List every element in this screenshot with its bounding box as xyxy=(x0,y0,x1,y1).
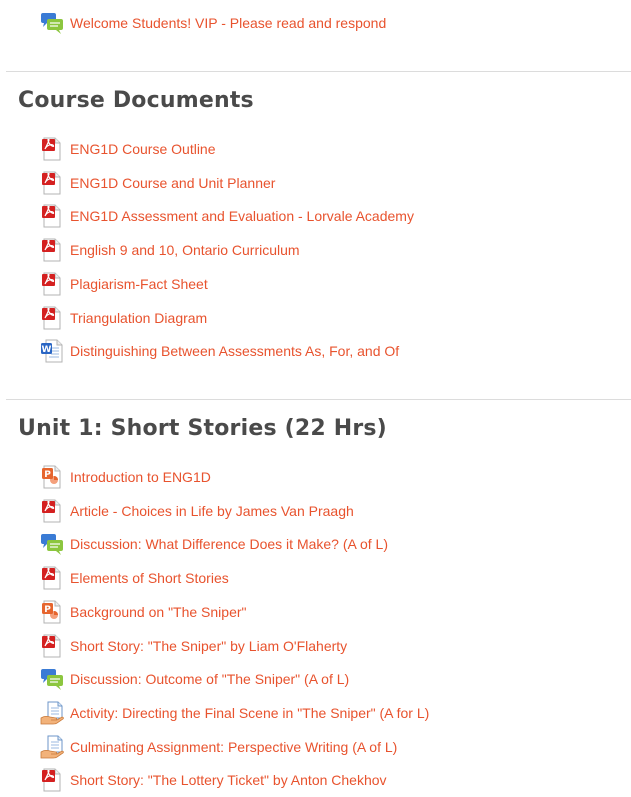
activity-item[interactable]: Discussion: What Difference Does it Make… xyxy=(40,530,388,558)
activity-link[interactable]: Background on "The Sniper" xyxy=(70,604,247,620)
pdf-icon xyxy=(40,204,64,228)
powerpoint-icon: P xyxy=(40,465,64,489)
activity-link[interactable]: Welcome Students! VIP - Please read and … xyxy=(70,15,386,31)
activity-link[interactable]: Short Story: "The Sniper" by Liam O'Flah… xyxy=(70,638,347,654)
activity-link[interactable]: English 9 and 10, Ontario Curriculum xyxy=(70,242,300,258)
section-title: Course Documents xyxy=(18,88,254,113)
pdf-icon xyxy=(40,137,64,161)
activity-item[interactable]: Article - Choices in Life by James Van P… xyxy=(40,497,354,525)
section-divider xyxy=(6,71,631,72)
activity-link[interactable]: Triangulation Diagram xyxy=(70,310,207,326)
activity-link[interactable]: Discussion: Outcome of "The Sniper" (A o… xyxy=(70,671,349,687)
powerpoint-icon: P xyxy=(40,600,64,624)
activity-item[interactable]: ENG1D Course and Unit Planner xyxy=(40,169,275,197)
pdf-icon xyxy=(40,634,64,658)
activity-item[interactable]: ENG1D Course Outline xyxy=(40,135,216,163)
pdf-icon xyxy=(40,171,64,195)
activity-item[interactable]: Welcome Students! VIP - Please read and … xyxy=(40,9,386,37)
forum-icon xyxy=(40,532,64,556)
activity-link[interactable]: ENG1D Course and Unit Planner xyxy=(70,175,275,191)
forum-icon xyxy=(40,667,64,691)
activity-link[interactable]: Culminating Assignment: Perspective Writ… xyxy=(70,739,397,755)
svg-text:P: P xyxy=(44,470,51,480)
svg-text:W: W xyxy=(42,345,52,355)
activity-item[interactable]: Triangulation Diagram xyxy=(40,304,207,332)
activity-link[interactable]: Distinguishing Between Assessments As, F… xyxy=(70,343,399,359)
pdf-icon xyxy=(40,768,64,792)
activity-item[interactable]: Short Story: "The Sniper" by Liam O'Flah… xyxy=(40,632,347,660)
section-divider xyxy=(6,399,631,400)
assignment-icon xyxy=(40,735,64,759)
activity-link[interactable]: Discussion: What Difference Does it Make… xyxy=(70,536,388,552)
activity-link[interactable]: Activity: Directing the Final Scene in "… xyxy=(70,705,429,721)
activity-item[interactable]: Elements of Short Stories xyxy=(40,564,229,592)
activity-item[interactable]: Activity: Directing the Final Scene in "… xyxy=(40,699,429,727)
pdf-icon xyxy=(40,306,64,330)
activity-item[interactable]: Short Story: "The Lottery Ticket" by Ant… xyxy=(40,766,387,794)
activity-item[interactable]: ENG1D Assessment and Evaluation - Lorval… xyxy=(40,202,414,230)
activity-link[interactable]: Article - Choices in Life by James Van P… xyxy=(70,503,354,519)
activity-item[interactable]: P Background on "The Sniper" xyxy=(40,598,247,626)
activity-link[interactable]: ENG1D Assessment and Evaluation - Lorval… xyxy=(70,208,414,224)
activity-link[interactable]: ENG1D Course Outline xyxy=(70,141,216,157)
activity-item[interactable]: P Introduction to ENG1D xyxy=(40,463,211,491)
word-doc-icon: W xyxy=(40,339,64,363)
activity-item[interactable]: Plagiarism-Fact Sheet xyxy=(40,270,208,298)
pdf-icon xyxy=(40,272,64,296)
section-title: Unit 1: Short Stories (22 Hrs) xyxy=(18,416,387,441)
activity-item[interactable]: W Distinguishing Between Assessments As, … xyxy=(40,337,399,365)
activity-item[interactable]: Discussion: Outcome of "The Sniper" (A o… xyxy=(40,665,349,693)
pdf-icon xyxy=(40,238,64,262)
activity-link[interactable]: Plagiarism-Fact Sheet xyxy=(70,276,208,292)
activity-link[interactable]: Introduction to ENG1D xyxy=(70,469,211,485)
pdf-icon xyxy=(40,566,64,590)
forum-icon xyxy=(40,11,64,35)
pdf-icon xyxy=(40,499,64,523)
activity-item[interactable]: Culminating Assignment: Perspective Writ… xyxy=(40,733,397,761)
assignment-icon xyxy=(40,701,64,725)
activity-link[interactable]: Short Story: "The Lottery Ticket" by Ant… xyxy=(70,772,387,788)
activity-link[interactable]: Elements of Short Stories xyxy=(70,570,229,586)
svg-text:P: P xyxy=(44,605,51,615)
activity-item[interactable]: English 9 and 10, Ontario Curriculum xyxy=(40,236,300,264)
